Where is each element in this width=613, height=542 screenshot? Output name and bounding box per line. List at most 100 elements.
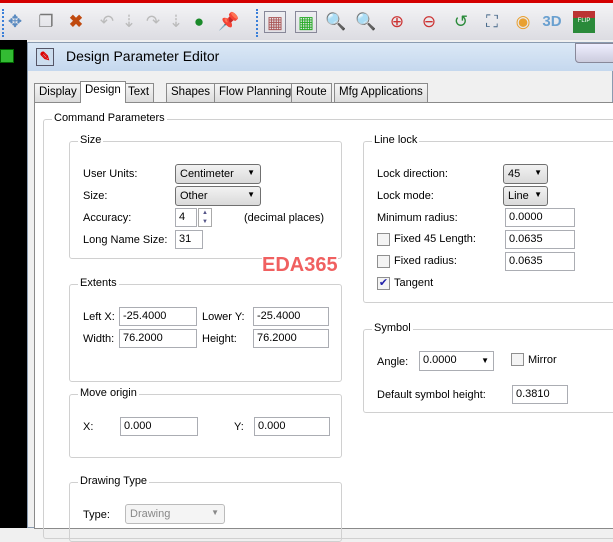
fixed-radius-label: Fixed radius: <box>394 255 457 267</box>
command-parameters-label: Command Parameters <box>52 112 167 124</box>
title-bar[interactable]: ✎ Design Parameter Editor <box>28 43 613 71</box>
width-label: Width: <box>83 333 115 345</box>
minimum-radius-label: Minimum radius: <box>377 212 458 224</box>
tab-display[interactable]: Display <box>34 83 82 102</box>
tab-route[interactable]: Route <box>291 83 332 102</box>
symbol-group: Symbol Angle: 0.0000 ▼ Mirror Default sym… <box>363 322 613 413</box>
angle-label: Angle: <box>377 356 409 368</box>
zoom-out-icon[interactable]: ⊖ <box>418 11 440 33</box>
angle-select[interactable]: 0.0000 ▼ <box>419 351 494 371</box>
symbol-group-label: Symbol <box>372 322 413 334</box>
drawing-type-group-label: Drawing Type <box>78 475 150 487</box>
zoom-in-icon[interactable]: ⊕ <box>386 11 408 33</box>
size-group: Size User Units: Centimeter ▼ Size: Other… <box>69 134 342 259</box>
lock-direction-label: Lock direction: <box>377 168 448 180</box>
main-toolbar: ✥ ❐ ✖ ↶ ⇣ ↷ ⇣ ● 📌 ▦ ▦ 🔍 🔍 ⊕ ⊖ ↺ ⛶ ◉ 3D F… <box>0 0 613 40</box>
delete-icon[interactable]: ✖ <box>65 11 87 33</box>
user-units-value: Centimeter <box>180 168 234 180</box>
zoom-extents-icon[interactable]: ⛶ <box>481 11 503 33</box>
angle-value: 0.0000 <box>423 354 457 366</box>
refresh-icon[interactable]: ◉ <box>512 11 534 33</box>
left-x-label: Left X: <box>83 311 115 323</box>
design-grid-icon[interactable]: ▦ <box>295 11 317 33</box>
long-name-size-input[interactable]: 31 <box>175 230 203 249</box>
drawing-type-select[interactable]: Drawing ▼ <box>125 504 225 524</box>
origin-x-input[interactable]: 0.000 <box>120 417 198 436</box>
line-lock-group-label: Line lock <box>372 134 420 146</box>
move-origin-group: Move origin X: 0.000 Y: 0.000 <box>69 387 342 458</box>
width-input[interactable]: 76.2000 <box>119 329 197 348</box>
toolbar-separator <box>256 9 258 37</box>
grid-icon[interactable]: ▦ <box>264 11 286 33</box>
height-label: Height: <box>202 333 237 345</box>
drawing-type-value: Drawing <box>130 508 171 520</box>
size-group-label: Size <box>78 134 104 146</box>
user-units-label: User Units: <box>83 168 138 180</box>
pin-icon[interactable]: 📌 <box>218 11 240 33</box>
dialog-title: Design Parameter Editor <box>66 48 220 64</box>
editor-icon: ✎ <box>36 48 54 66</box>
lock-mode-value: Line <box>508 190 529 202</box>
redo-down-icon[interactable]: ⇣ <box>165 11 187 33</box>
mirror-label: Mirror <box>528 354 557 366</box>
long-name-size-label: Long Name Size: <box>83 234 168 246</box>
watermark: EDA365 <box>262 254 338 277</box>
user-units-select[interactable]: Centimeter ▼ <box>175 164 261 184</box>
lock-direction-value: 45 <box>508 168 521 180</box>
line-lock-group: Line lock Lock direction: 45 ▼ Lock mode:… <box>363 134 613 303</box>
chevron-down-icon: ▼ <box>247 190 255 199</box>
fixed-radius-input[interactable]: 0.0635 <box>505 252 575 271</box>
design-tab-panel: Command Parameters Size User Units: Cent… <box>34 102 613 542</box>
size-select[interactable]: Other ▼ <box>175 186 261 206</box>
tangent-label: Tangent <box>394 277 434 289</box>
tab-text[interactable]: Text <box>123 83 155 102</box>
lower-y-label: Lower Y: <box>202 311 245 323</box>
fixed-45-length-checkbox[interactable] <box>377 233 390 246</box>
zoom-window-icon[interactable]: 🔍 <box>325 11 347 33</box>
move-icon[interactable]: ✥ <box>4 11 26 33</box>
lock-mode-label: Lock mode: <box>377 190 434 202</box>
left-x-input[interactable]: -25.4000 <box>119 307 197 326</box>
default-symbol-height-input[interactable]: 0.3810 <box>512 385 568 404</box>
extents-group-label: Extents <box>78 277 119 289</box>
tangent-checkbox[interactable]: ✔ <box>377 277 390 290</box>
flip-view-icon[interactable]: FLIP <box>573 11 595 33</box>
minimum-radius-input[interactable]: 0.0000 <box>505 208 575 227</box>
chevron-down-icon: ▼ <box>481 356 489 365</box>
tab-flow-planning[interactable]: Flow Planning <box>214 83 297 102</box>
chevron-down-icon: ▼ <box>534 190 542 199</box>
minimize-button[interactable] <box>575 43 613 63</box>
copy-icon[interactable]: ❐ <box>35 11 57 33</box>
height-input[interactable]: 76.2000 <box>253 329 329 348</box>
zoom-board-icon[interactable]: 🔍 <box>355 11 377 33</box>
redo-icon[interactable]: ↷ <box>142 11 164 33</box>
lock-mode-select[interactable]: Line ▼ <box>503 186 548 206</box>
default-symbol-height-label: Default symbol height: <box>377 389 486 401</box>
origin-x-label: X: <box>83 421 94 433</box>
tab-mfg-applications[interactable]: Mfg Applications <box>334 83 428 102</box>
size-label: Size: <box>83 190 108 202</box>
accuracy-input[interactable]: 4 <box>175 208 197 227</box>
chevron-down-icon: ▼ <box>534 168 542 177</box>
origin-y-input[interactable]: 0.000 <box>254 417 330 436</box>
accuracy-spinner[interactable]: ▲ ▼ <box>198 208 212 227</box>
undo-icon[interactable]: ↶ <box>96 11 118 33</box>
flip-label: FLIP <box>577 18 591 24</box>
lock-direction-select[interactable]: 45 ▼ <box>503 164 548 184</box>
lower-y-input[interactable]: -25.4000 <box>253 307 329 326</box>
tab-design[interactable]: Design <box>80 81 126 103</box>
3d-view-icon[interactable]: 3D <box>541 11 563 33</box>
tab-shapes[interactable]: Shapes <box>166 83 216 102</box>
chevron-down-icon: ▼ <box>247 168 255 177</box>
undo-down-icon[interactable]: ⇣ <box>118 11 140 33</box>
mirror-checkbox[interactable] <box>511 353 524 366</box>
design-parameter-editor-dialog: ✎ Design Parameter Editor Display Design… <box>27 42 613 542</box>
move-origin-group-label: Move origin <box>78 387 139 399</box>
size-value: Other <box>180 190 208 202</box>
accuracy-label: Accuracy: <box>83 212 132 224</box>
zoom-previous-icon[interactable]: ↺ <box>450 11 472 33</box>
type-label: Type: <box>83 509 110 521</box>
fixed-45-length-input[interactable]: 0.0635 <box>505 230 575 249</box>
green-ball-icon[interactable]: ● <box>188 11 210 33</box>
fixed-radius-checkbox[interactable] <box>377 255 390 268</box>
